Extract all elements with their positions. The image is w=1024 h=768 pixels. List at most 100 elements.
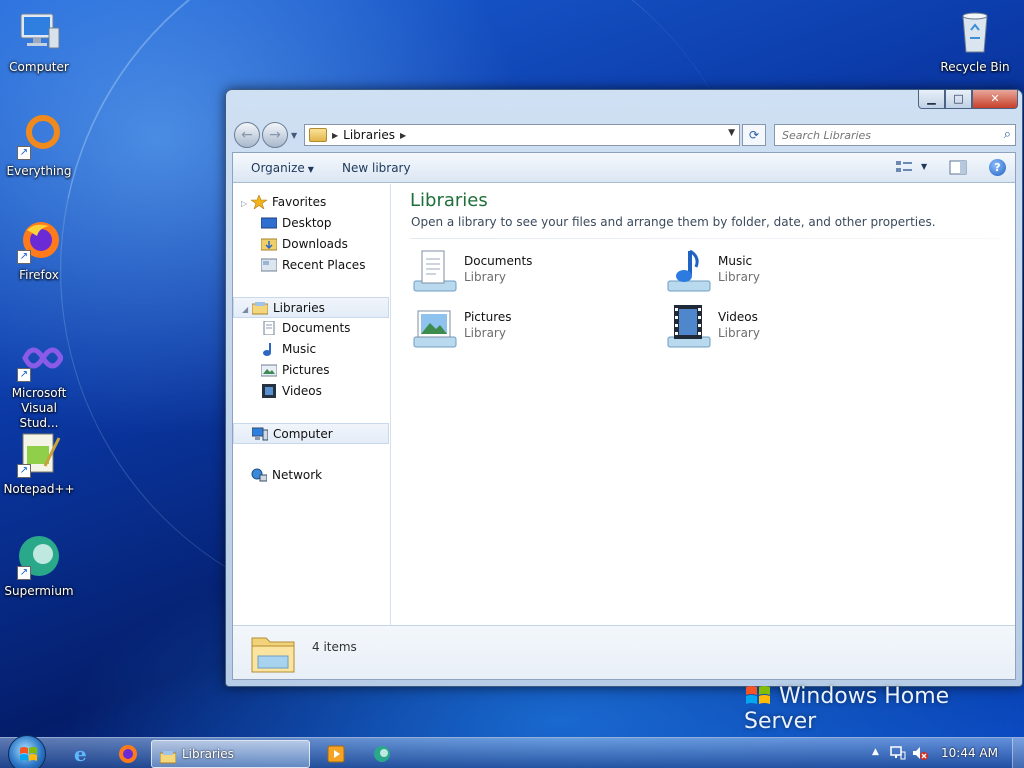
desktop-icon-firefox[interactable]: ↗ Firefox (1, 216, 77, 283)
recent-pages-dropdown-icon[interactable]: ▼ (291, 131, 297, 140)
breadcrumb-separator-icon[interactable]: ▶ (332, 131, 338, 140)
content-frame: Organize ▼ New library ▼ ? ▷ Favorites Des… (232, 152, 1016, 680)
details-pane: 4 items (233, 625, 1015, 679)
library-item-pictures[interactable]: Pictures Library (410, 303, 650, 355)
supermium-icon: ↗ (15, 532, 63, 580)
nav-downloads[interactable]: Downloads (233, 234, 389, 255)
show-desktop-button[interactable] (1012, 738, 1024, 768)
search-input[interactable] (775, 125, 985, 145)
help-icon[interactable]: ? (989, 159, 1006, 176)
desktop-icon-recycle-bin[interactable]: Recycle Bin (937, 8, 1013, 75)
address-dropdown-icon[interactable]: ▼ (728, 128, 735, 138)
media-player-icon[interactable] (324, 740, 348, 768)
nav-computer-label: Computer (273, 427, 333, 441)
supermium-icon[interactable] (370, 740, 394, 768)
nav-documents[interactable]: Documents (233, 318, 389, 339)
nav-recent-places-label: Recent Places (282, 258, 366, 272)
volume-muted-icon[interactable] (912, 745, 928, 761)
back-button[interactable]: ← (234, 122, 260, 148)
change-view-icon[interactable] (895, 160, 913, 175)
desktop-icon-notepad-plus-plus[interactable]: ↗ Notepad++ (1, 430, 77, 497)
visual-studio-icon: ↗ (15, 334, 64, 382)
nav-desktop[interactable]: Desktop (233, 213, 389, 234)
desktop-icon-computer[interactable]: Computer (1, 8, 77, 75)
internet-explorer-icon[interactable]: e (70, 740, 94, 768)
desktop-icon-label: Supermium (4, 584, 74, 598)
desktop-icon-label: Microsoft Visual Stud... (11, 386, 67, 430)
item-count: 4 items (312, 640, 357, 654)
windows-flag-icon (20, 747, 37, 761)
taskbar-libraries-button[interactable]: Libraries (151, 740, 310, 768)
search-box[interactable]: ⌕ (774, 124, 1016, 146)
library-type: Library (718, 270, 760, 284)
nav-pictures[interactable]: Pictures (233, 360, 389, 381)
desktop-icon-supermium[interactable]: ↗ Supermium (1, 532, 77, 599)
branding-text: Windows Home Server (744, 684, 950, 734)
desktop-icon-label: Notepad++ (3, 482, 75, 496)
forward-button[interactable]: → (262, 122, 288, 148)
organize-button[interactable]: Organize ▼ (251, 161, 314, 175)
recent-places-icon (260, 258, 278, 272)
library-name: Music (718, 254, 753, 268)
library-item-videos[interactable]: Videos Library (664, 303, 904, 355)
nav-videos[interactable]: Videos (233, 381, 389, 402)
nav-documents-label: Documents (282, 321, 351, 335)
videos-icon (261, 383, 277, 398)
navigation-bar: ← → ▼ ▶ Libraries ▶ ▼ ⟳ ⌕ (234, 122, 1016, 148)
search-icon[interactable]: ⌕ (1004, 127, 1011, 142)
maximize-button[interactable]: □ (945, 90, 972, 109)
refresh-button[interactable]: ⟳ (742, 124, 766, 146)
shortcut-arrow-icon: ↗ (17, 146, 31, 160)
minimize-button[interactable]: ▁ (918, 90, 945, 109)
preview-pane-icon[interactable] (949, 160, 967, 175)
nav-desktop-label: Desktop (282, 216, 332, 230)
collapse-arrow-icon[interactable]: ▷ (241, 193, 251, 214)
address-bar[interactable]: ▶ Libraries ▶ ▼ (304, 124, 740, 146)
desktop-icon-label: Computer (9, 60, 69, 74)
breadcrumb-libraries[interactable]: Libraries (343, 128, 395, 142)
command-bar: Organize ▼ New library ▼ ? (233, 153, 1015, 183)
caption-buttons: ▁ □ ✕ (918, 90, 1018, 109)
library-folder-large-icon (250, 630, 296, 674)
main-pane: Libraries Open a library to see your fil… (392, 184, 1015, 625)
library-folder-icon (251, 301, 269, 315)
start-button[interactable] (8, 735, 46, 768)
library-item-music[interactable]: Music Library (664, 247, 904, 299)
nav-downloads-label: Downloads (282, 237, 348, 251)
library-name: Documents (464, 254, 533, 268)
library-item-documents[interactable]: Documents Library (410, 247, 650, 299)
nav-libraries[interactable]: ◢ Libraries (233, 297, 389, 318)
computer-icon (251, 427, 269, 441)
library-name: Videos (718, 310, 758, 324)
taskbar: e Libraries ▲ 10:44 AM (0, 735, 1024, 768)
close-button[interactable]: ✕ (972, 90, 1018, 109)
network-status-icon[interactable] (890, 745, 906, 761)
expand-arrow-icon[interactable]: ◢ (242, 299, 252, 320)
music-library-icon (664, 247, 712, 295)
new-library-button[interactable]: New library (342, 161, 411, 175)
library-type: Library (464, 326, 506, 340)
clock[interactable]: 10:44 AM (941, 746, 998, 760)
show-hidden-icons-icon[interactable]: ▲ (872, 747, 879, 757)
firefox-icon[interactable] (116, 740, 140, 768)
view-options-dropdown-icon[interactable]: ▼ (921, 162, 927, 171)
desktop-icon-visual-studio[interactable]: ↗ Microsoft Visual Stud... (1, 334, 77, 431)
breadcrumb-chevron-icon[interactable]: ▶ (400, 131, 406, 140)
navigation-pane: ▷ Favorites Desktop Downloads Recent Plac… (233, 184, 391, 625)
nav-network[interactable]: Network (233, 465, 389, 486)
shortcut-arrow-icon: ↗ (17, 566, 31, 580)
library-folder-icon (159, 747, 177, 764)
shortcut-arrow-icon: ↗ (17, 464, 31, 478)
taskbar-window-label: Libraries (182, 747, 234, 761)
page-subtitle: Open a library to see your files and arr… (411, 215, 936, 229)
explorer-window[interactable]: ▁ □ ✕ ← → ▼ ▶ Libraries ▶ ▼ ⟳ ⌕ Organize… (225, 89, 1023, 687)
nav-music[interactable]: Music (233, 339, 389, 360)
desktop-folder-icon (260, 216, 278, 230)
star-icon (250, 193, 268, 210)
svg-text:e: e (74, 742, 87, 766)
desktop-icon-everything[interactable]: ↗ Everything (1, 112, 77, 179)
nav-recent-places[interactable]: Recent Places (233, 255, 389, 276)
nav-favorites[interactable]: ▷ Favorites (233, 192, 389, 213)
nav-computer[interactable]: Computer (233, 423, 389, 444)
network-icon (251, 468, 268, 482)
